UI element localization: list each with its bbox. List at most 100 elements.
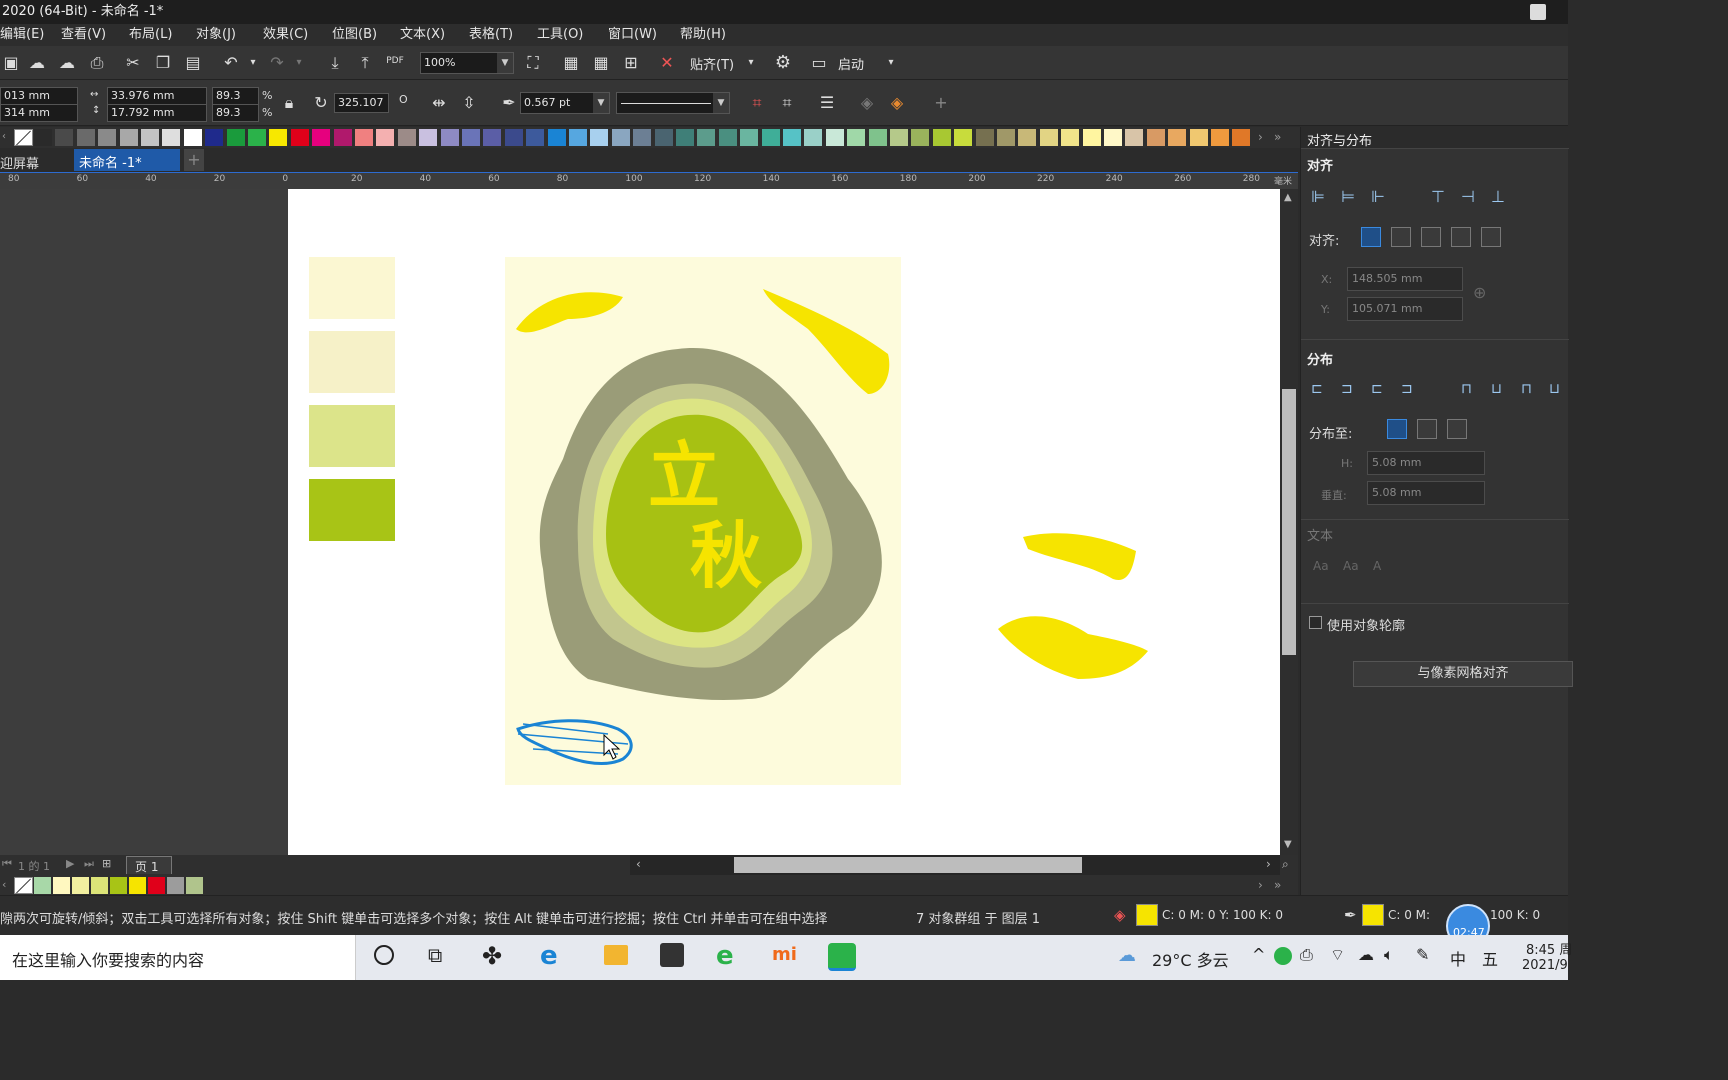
clock-date[interactable]: 2021/9 (1522, 958, 1568, 973)
full-screen-icon[interactable]: ⛶ (522, 52, 544, 74)
palette-swatch[interactable] (590, 129, 610, 146)
align-x-field[interactable]: 148.505 mm (1347, 267, 1463, 291)
zoom-navigator-icon[interactable]: ⌕ (1282, 857, 1289, 872)
weather-text[interactable]: 29°C 多云 (1152, 947, 1229, 971)
menu-window[interactable]: 窗口(W) (608, 24, 657, 46)
distribute-center-h-icon[interactable]: ⊐ (1341, 381, 1353, 397)
palette-swatch[interactable] (504, 129, 524, 146)
doc-palette-right-icon[interactable]: › (1258, 878, 1263, 892)
text-align-last-baseline-icon[interactable]: Aa (1343, 559, 1359, 573)
ime-mode-indicator[interactable]: 五 (1482, 946, 1498, 970)
palette-swatch[interactable] (1061, 129, 1081, 146)
onedrive-icon[interactable]: ☁ (1358, 945, 1374, 964)
page-tab[interactable]: 页 1 (126, 856, 172, 874)
launch-dropdown[interactable]: 启动 (838, 54, 864, 73)
snap-dropdown[interactable]: 贴齐(T) (690, 54, 734, 73)
palette-swatch[interactable] (654, 129, 674, 146)
menu-table[interactable]: 表格(T) (469, 24, 513, 46)
palette-swatch[interactable] (141, 129, 160, 146)
align-to-point-icon[interactable] (1481, 227, 1501, 247)
redo-dropdown-icon[interactable]: ▾ (288, 52, 310, 74)
palette-swatch[interactable] (868, 129, 888, 146)
palette-swatch[interactable] (119, 129, 139, 146)
palette-swatch[interactable] (1146, 129, 1166, 146)
cortana-icon[interactable] (374, 945, 394, 965)
palette-swatch[interactable] (1232, 129, 1252, 146)
distribute-spacing-h-icon[interactable]: ⊏ (1371, 381, 1383, 397)
grid-icon[interactable]: ▦ (590, 52, 612, 74)
palette-swatch[interactable] (954, 129, 974, 146)
tab-untitled[interactable]: 未命名 -1* (74, 149, 180, 171)
use-outline-checkbox[interactable] (1309, 616, 1322, 629)
palette-swatch[interactable] (611, 129, 631, 146)
distribute-left-icon[interactable]: ⊏ (1311, 381, 1323, 397)
scroll-left-icon[interactable]: ‹ (636, 857, 641, 871)
rotate-icon[interactable]: ↻ (310, 92, 332, 114)
rulers-icon[interactable]: ▦ (560, 52, 582, 74)
export-icon[interactable]: ⤒ (354, 52, 376, 74)
pixel-grid-align-button[interactable]: 与像素网格对齐 (1353, 661, 1573, 687)
add-icon[interactable]: + (930, 92, 952, 114)
break-apart-icon[interactable]: ⌗ (746, 92, 768, 114)
distribute-right-icon[interactable]: ⊐ (1401, 381, 1413, 397)
last-page-icon[interactable]: ⏭ (84, 857, 94, 871)
tray-app-icon[interactable] (1274, 947, 1292, 965)
save-icon[interactable]: ▣ (0, 52, 22, 74)
task-view-icon[interactable]: ⧉ (428, 943, 442, 967)
horizontal-scroll-thumb[interactable] (734, 857, 1082, 873)
distribute-v-field[interactable]: 5.08 mm (1367, 481, 1485, 505)
swatch-rect-1[interactable] (309, 257, 395, 319)
palette-swatch[interactable] (783, 129, 802, 146)
doc-palette-swatch[interactable] (110, 877, 128, 894)
palette-swatch[interactable] (825, 129, 845, 146)
redo-icon[interactable]: ↷ (266, 52, 288, 74)
paste-icon[interactable]: ▤ (182, 52, 204, 74)
undo-dropdown-icon[interactable]: ▾ (242, 52, 264, 74)
cut-icon[interactable]: ✂ (122, 52, 144, 74)
align-right-icon[interactable]: ⊩ (1371, 187, 1385, 206)
palette-swatch[interactable] (932, 129, 952, 146)
palette-swatch[interactable] (997, 129, 1016, 146)
outline-width-combo[interactable]: 0.567 pt ▼ (520, 92, 610, 114)
align-center-h-icon[interactable]: ⊨ (1341, 187, 1355, 206)
palette-swatch[interactable] (462, 129, 481, 146)
menu-effects[interactable]: 效果(C) (263, 24, 308, 46)
palette-swatch[interactable] (397, 129, 417, 146)
palette-swatch[interactable] (697, 129, 717, 146)
fill-color-swatch[interactable] (1136, 904, 1158, 926)
doc-palette-expand-icon[interactable]: » (1274, 878, 1281, 892)
cloud-upload-icon[interactable]: ☁ (56, 52, 78, 74)
browser-e-icon[interactable]: e (716, 941, 734, 971)
brush-stroke-4[interactable] (998, 616, 1148, 679)
distribute-top-icon[interactable]: ⊓ (1461, 381, 1472, 397)
palette-swatch[interactable] (1082, 129, 1102, 146)
store-icon[interactable] (660, 943, 684, 967)
no-color-swatch[interactable] (14, 129, 33, 146)
new-tab-icon[interactable]: + (184, 149, 204, 171)
palette-swatch[interactable] (1168, 129, 1188, 146)
align-to-active-objects-icon[interactable] (1361, 227, 1381, 247)
palette-swatch[interactable] (205, 129, 225, 146)
doc-palette-swatch[interactable] (53, 877, 71, 894)
palette-swatch[interactable] (890, 129, 909, 146)
scroll-up-icon[interactable]: ▲ (1284, 192, 1292, 203)
palette-swatch[interactable] (376, 129, 396, 146)
align-to-grid-icon[interactable] (1451, 227, 1471, 247)
palette-swatch[interactable] (419, 129, 439, 146)
pdf-icon[interactable]: PDF (384, 50, 406, 72)
text-align-bbox-icon[interactable]: A (1373, 559, 1381, 573)
distribute-spacing-v-icon[interactable]: ⊓ (1521, 381, 1532, 397)
clock-time[interactable]: 8:45 周 (1526, 939, 1572, 958)
import-icon[interactable]: ⤓ (324, 52, 346, 74)
palette-swatch[interactable] (333, 129, 353, 146)
menu-view[interactable]: 查看(V) (61, 24, 106, 46)
doc-palette-swatch[interactable] (167, 877, 185, 894)
coreldraw-icon[interactable] (828, 943, 856, 971)
tab-welcome[interactable]: 迎屏幕 (0, 153, 39, 172)
palette-swatch[interactable] (740, 129, 760, 146)
palette-swatch[interactable] (55, 129, 75, 146)
position-y-field[interactable]: 314 mm (0, 104, 78, 122)
line-style-chevron-icon[interactable]: ▼ (713, 93, 729, 113)
distribute-to-page-icon[interactable] (1417, 419, 1437, 439)
palette-swatch[interactable] (718, 129, 738, 146)
